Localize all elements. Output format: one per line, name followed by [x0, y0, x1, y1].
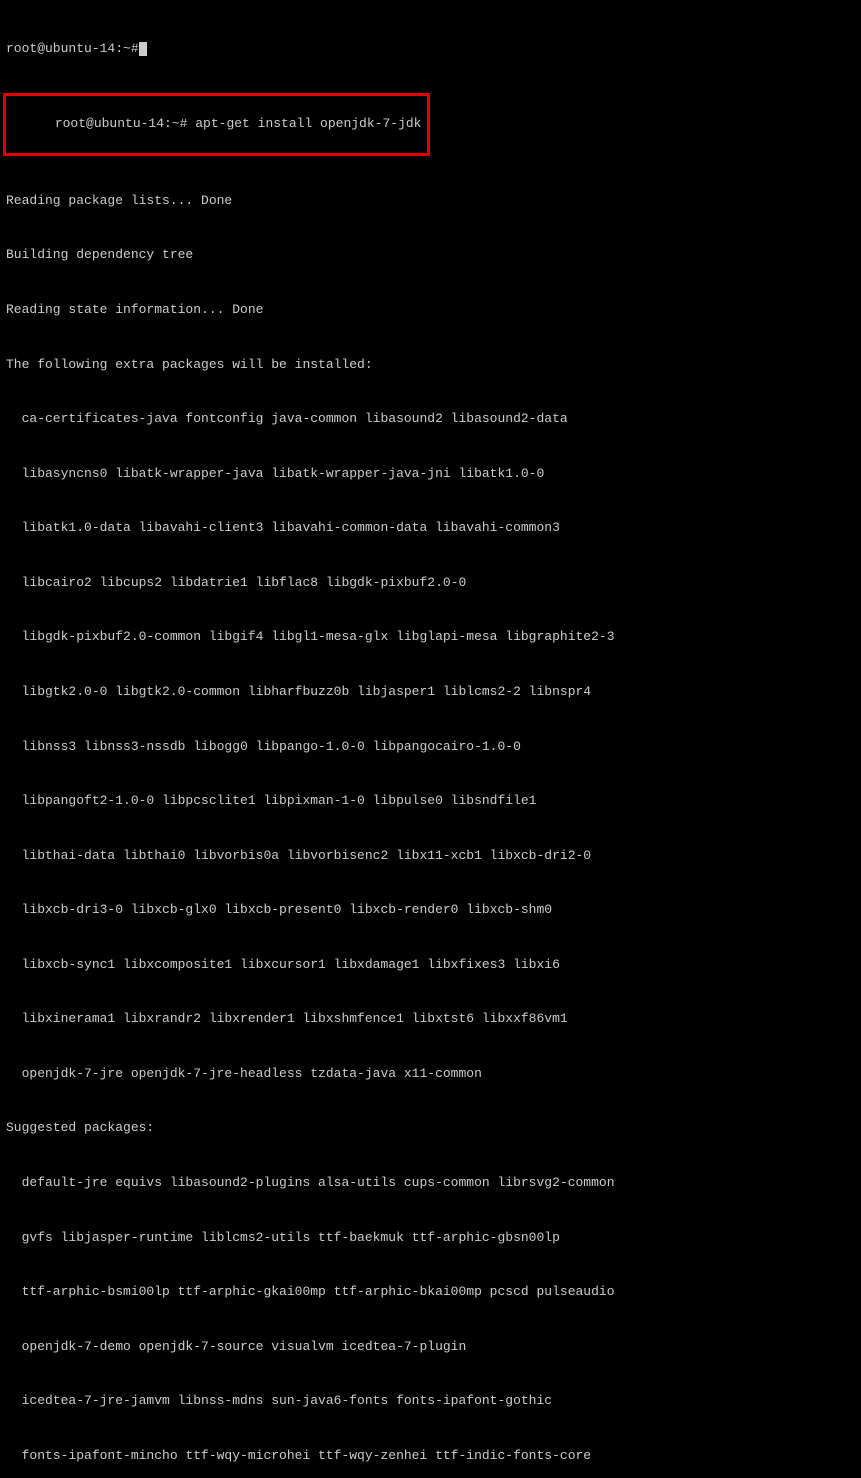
- output-line: fonts-ipafont-mincho ttf-wqy-microhei tt…: [6, 1447, 855, 1465]
- output-line: ca-certificates-java fontconfig java-com…: [6, 410, 855, 428]
- output-line: libasyncns0 libatk-wrapper-java libatk-w…: [6, 465, 855, 483]
- output-line: Suggested packages:: [6, 1119, 855, 1137]
- output-line: icedtea-7-jre-jamvm libnss-mdns sun-java…: [6, 1392, 855, 1410]
- output-line: libatk1.0-data libavahi-client3 libavahi…: [6, 519, 855, 537]
- highlighted-command: root@ubuntu-14:~# apt-get install openjd…: [3, 93, 430, 156]
- terminal-output[interactable]: root@ubuntu-14:~# root@ubuntu-14:~# apt-…: [6, 4, 855, 1478]
- output-line: libthai-data libthai0 libvorbis0a libvor…: [6, 847, 855, 865]
- output-line: libgtk2.0-0 libgtk2.0-common libharfbuzz…: [6, 683, 855, 701]
- shell-prompt: root@ubuntu-14:~#: [6, 40, 139, 58]
- output-line: ttf-arphic-bsmi00lp ttf-arphic-gkai00mp …: [6, 1283, 855, 1301]
- output-line: Reading state information... Done: [6, 301, 855, 319]
- output-line: libxcb-dri3-0 libxcb-glx0 libxcb-present…: [6, 901, 855, 919]
- cursor-icon: [139, 42, 147, 56]
- command-line: root@ubuntu-14:~# apt-get install openjd…: [6, 95, 855, 156]
- output-line: libnss3 libnss3-nssdb libogg0 libpango-1…: [6, 738, 855, 756]
- output-line: libcairo2 libcups2 libdatrie1 libflac8 l…: [6, 574, 855, 592]
- shell-command: root@ubuntu-14:~# apt-get install openjd…: [55, 116, 422, 131]
- output-line: Reading package lists... Done: [6, 192, 855, 210]
- output-line: Building dependency tree: [6, 246, 855, 264]
- output-line: default-jre equivs libasound2-plugins al…: [6, 1174, 855, 1192]
- output-line: openjdk-7-jre openjdk-7-jre-headless tzd…: [6, 1065, 855, 1083]
- output-line: libxinerama1 libxrandr2 libxrender1 libx…: [6, 1010, 855, 1028]
- output-line: libxcb-sync1 libxcomposite1 libxcursor1 …: [6, 956, 855, 974]
- output-line: libpangoft2-1.0-0 libpcsclite1 libpixman…: [6, 792, 855, 810]
- output-line: openjdk-7-demo openjdk-7-source visualvm…: [6, 1338, 855, 1356]
- prompt-line-1: root@ubuntu-14:~#: [6, 40, 855, 58]
- output-line: libgdk-pixbuf2.0-common libgif4 libgl1-m…: [6, 628, 855, 646]
- output-line: gvfs libjasper-runtime liblcms2-utils tt…: [6, 1229, 855, 1247]
- output-line: The following extra packages will be ins…: [6, 356, 855, 374]
